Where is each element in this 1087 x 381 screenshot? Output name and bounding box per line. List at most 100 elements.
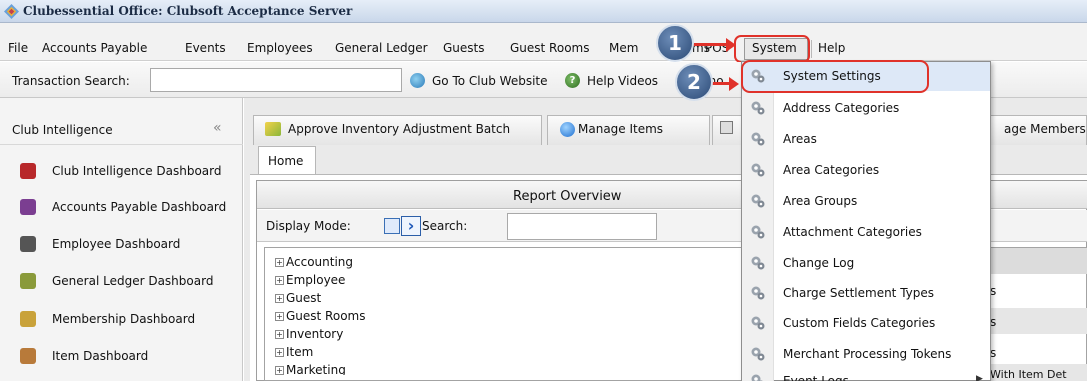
menu-accounts-payable[interactable]: Accounts Payable [42,41,147,55]
tab-approve-label: Approve Inventory Adjustment Batch [288,122,511,136]
globe-search-icon [410,73,425,88]
gear-icon [751,256,765,270]
menu-merchant-processing-tokens[interactable]: Merchant Processing Tokens [783,347,951,361]
menu-help[interactable]: Help [818,41,845,55]
manage-items-icon [560,122,575,137]
menu-events[interactable]: Events [185,41,226,55]
system-settings-highlight [741,60,929,93]
ledger-icon [20,273,36,289]
menu-custom-fields-categories[interactable]: Custom Fields Categories [783,316,935,330]
display-mode-grid-icon[interactable] [384,218,400,234]
expand-icon[interactable]: + [275,258,284,267]
left-panel-header: Club Intelligence [12,123,113,137]
tree-item-marketing[interactable]: + Marketing [275,363,346,375]
tab-home-label: Home [268,154,304,168]
callout-2-arrowhead [729,77,739,91]
tree-item-guest-rooms[interactable]: + Guest Rooms [275,309,365,323]
expand-icon[interactable]: + [275,294,284,303]
sidebar-item-employee-dashboard[interactable]: Employee Dashboard [52,237,180,251]
menu-membership-partial[interactable]: Mem [609,41,638,55]
sidebar-item-general-ledger-dashboard[interactable]: General Ledger Dashboard [52,274,213,288]
approve-icon [265,122,281,136]
menu-attachment-categories[interactable]: Attachment Categories [783,225,922,239]
club-intelligence-icon [20,163,36,179]
callout-1-arrow-line [693,43,727,46]
menu-bar-top [0,23,1087,37]
tree-label: Employee [286,273,346,287]
sidebar-item-membership-dashboard[interactable]: Membership Dashboard [52,312,195,326]
report-title: Report Overview [513,189,622,204]
menu-change-log[interactable]: Change Log [783,256,854,270]
help-icon: ? [565,73,580,88]
tree-item-accounting[interactable]: + Accounting [275,255,353,269]
system-menu-highlight [734,35,810,63]
menu-employees[interactable]: Employees [247,41,313,55]
window-title: Clubessential Office: Clubsoft Acceptanc… [23,4,353,18]
report-search-input[interactable] [507,213,657,240]
tab-partial-icon [720,121,733,134]
tree-label: Accounting [286,255,354,269]
menu-event-logs[interactable]: Event Logs [783,374,849,381]
item-icon [20,348,36,364]
grid-cell-partial: With Item Det [990,368,1067,381]
transaction-search-input[interactable] [150,68,402,92]
callout-1-arrowhead [726,38,736,52]
display-mode-arrow-icon[interactable]: › [401,216,421,236]
gear-icon [751,316,765,330]
expand-icon[interactable]: + [275,330,284,339]
expand-icon[interactable]: + [275,366,284,375]
display-mode-label: Display Mode: [266,219,351,233]
collapse-panel-icon[interactable]: « [213,120,222,136]
menu-file[interactable]: File [8,41,28,55]
left-panel-divider [0,144,243,145]
gear-icon [751,132,765,146]
expand-icon[interactable]: + [275,312,284,321]
tab-manage-members-label: age Members [1004,122,1086,136]
gear-icon [751,286,765,300]
tab-manage-items-label: Manage Items [578,122,664,136]
report-search-label: Search: [422,219,468,233]
tree-label: Item [286,345,314,359]
membership-icon [20,311,36,327]
menu-area-categories[interactable]: Area Categories [783,163,879,177]
grid-header [988,248,1087,274]
tree-item-employee[interactable]: + Employee [275,273,345,287]
tree-item-inventory[interactable]: + Inventory [275,327,343,341]
go-to-club-website-button[interactable]: Go To Club Website [432,74,548,88]
transaction-search-label: Transaction Search: [12,74,130,88]
expand-icon[interactable]: + [275,348,284,357]
menu-guest-rooms[interactable]: Guest Rooms [510,41,589,55]
gear-icon [751,374,763,381]
menu-separator [811,40,812,58]
gear-icon [751,347,765,361]
menu-general-ledger[interactable]: General Ledger [335,41,428,55]
menu-areas[interactable]: Areas [783,132,817,146]
tree-item-guest[interactable]: + Guest [275,291,321,305]
tree-item-item[interactable]: + Item [275,345,313,359]
menu-area-groups[interactable]: Area Groups [783,194,857,208]
menu-charge-settlement-types[interactable]: Charge Settlement Types [783,286,934,300]
help-videos-button[interactable]: Help Videos [587,74,658,88]
tree-label: Marketing [286,363,346,375]
gear-icon [751,194,765,208]
gear-icon [751,101,765,115]
sidebar-item-item-dashboard[interactable]: Item Dashboard [52,349,148,363]
tree-label: Guest [286,291,322,305]
gear-icon [751,225,765,239]
gear-icon [751,163,765,177]
expand-icon[interactable]: + [275,276,284,285]
callout-2: 2 [675,63,713,101]
sidebar-item-accounts-payable-dashboard[interactable]: Accounts Payable Dashboard [52,200,226,214]
menu-guests[interactable]: Guests [443,41,485,55]
menu-address-categories[interactable]: Address Categories [783,101,899,115]
sidebar-item-club-intelligence-dashboard[interactable]: Club Intelligence Dashboard [52,164,222,178]
grid-row-alt [988,308,1087,334]
tree-label: Guest Rooms [286,309,366,323]
accounts-payable-icon [20,199,36,215]
callout-1: 1 [656,24,694,62]
callout-2-arrow-line [712,82,730,85]
submenu-arrow-icon: ▶ [976,374,983,381]
tree-label: Inventory [286,327,344,341]
app-logo-icon [4,4,19,19]
employee-icon [20,236,36,252]
